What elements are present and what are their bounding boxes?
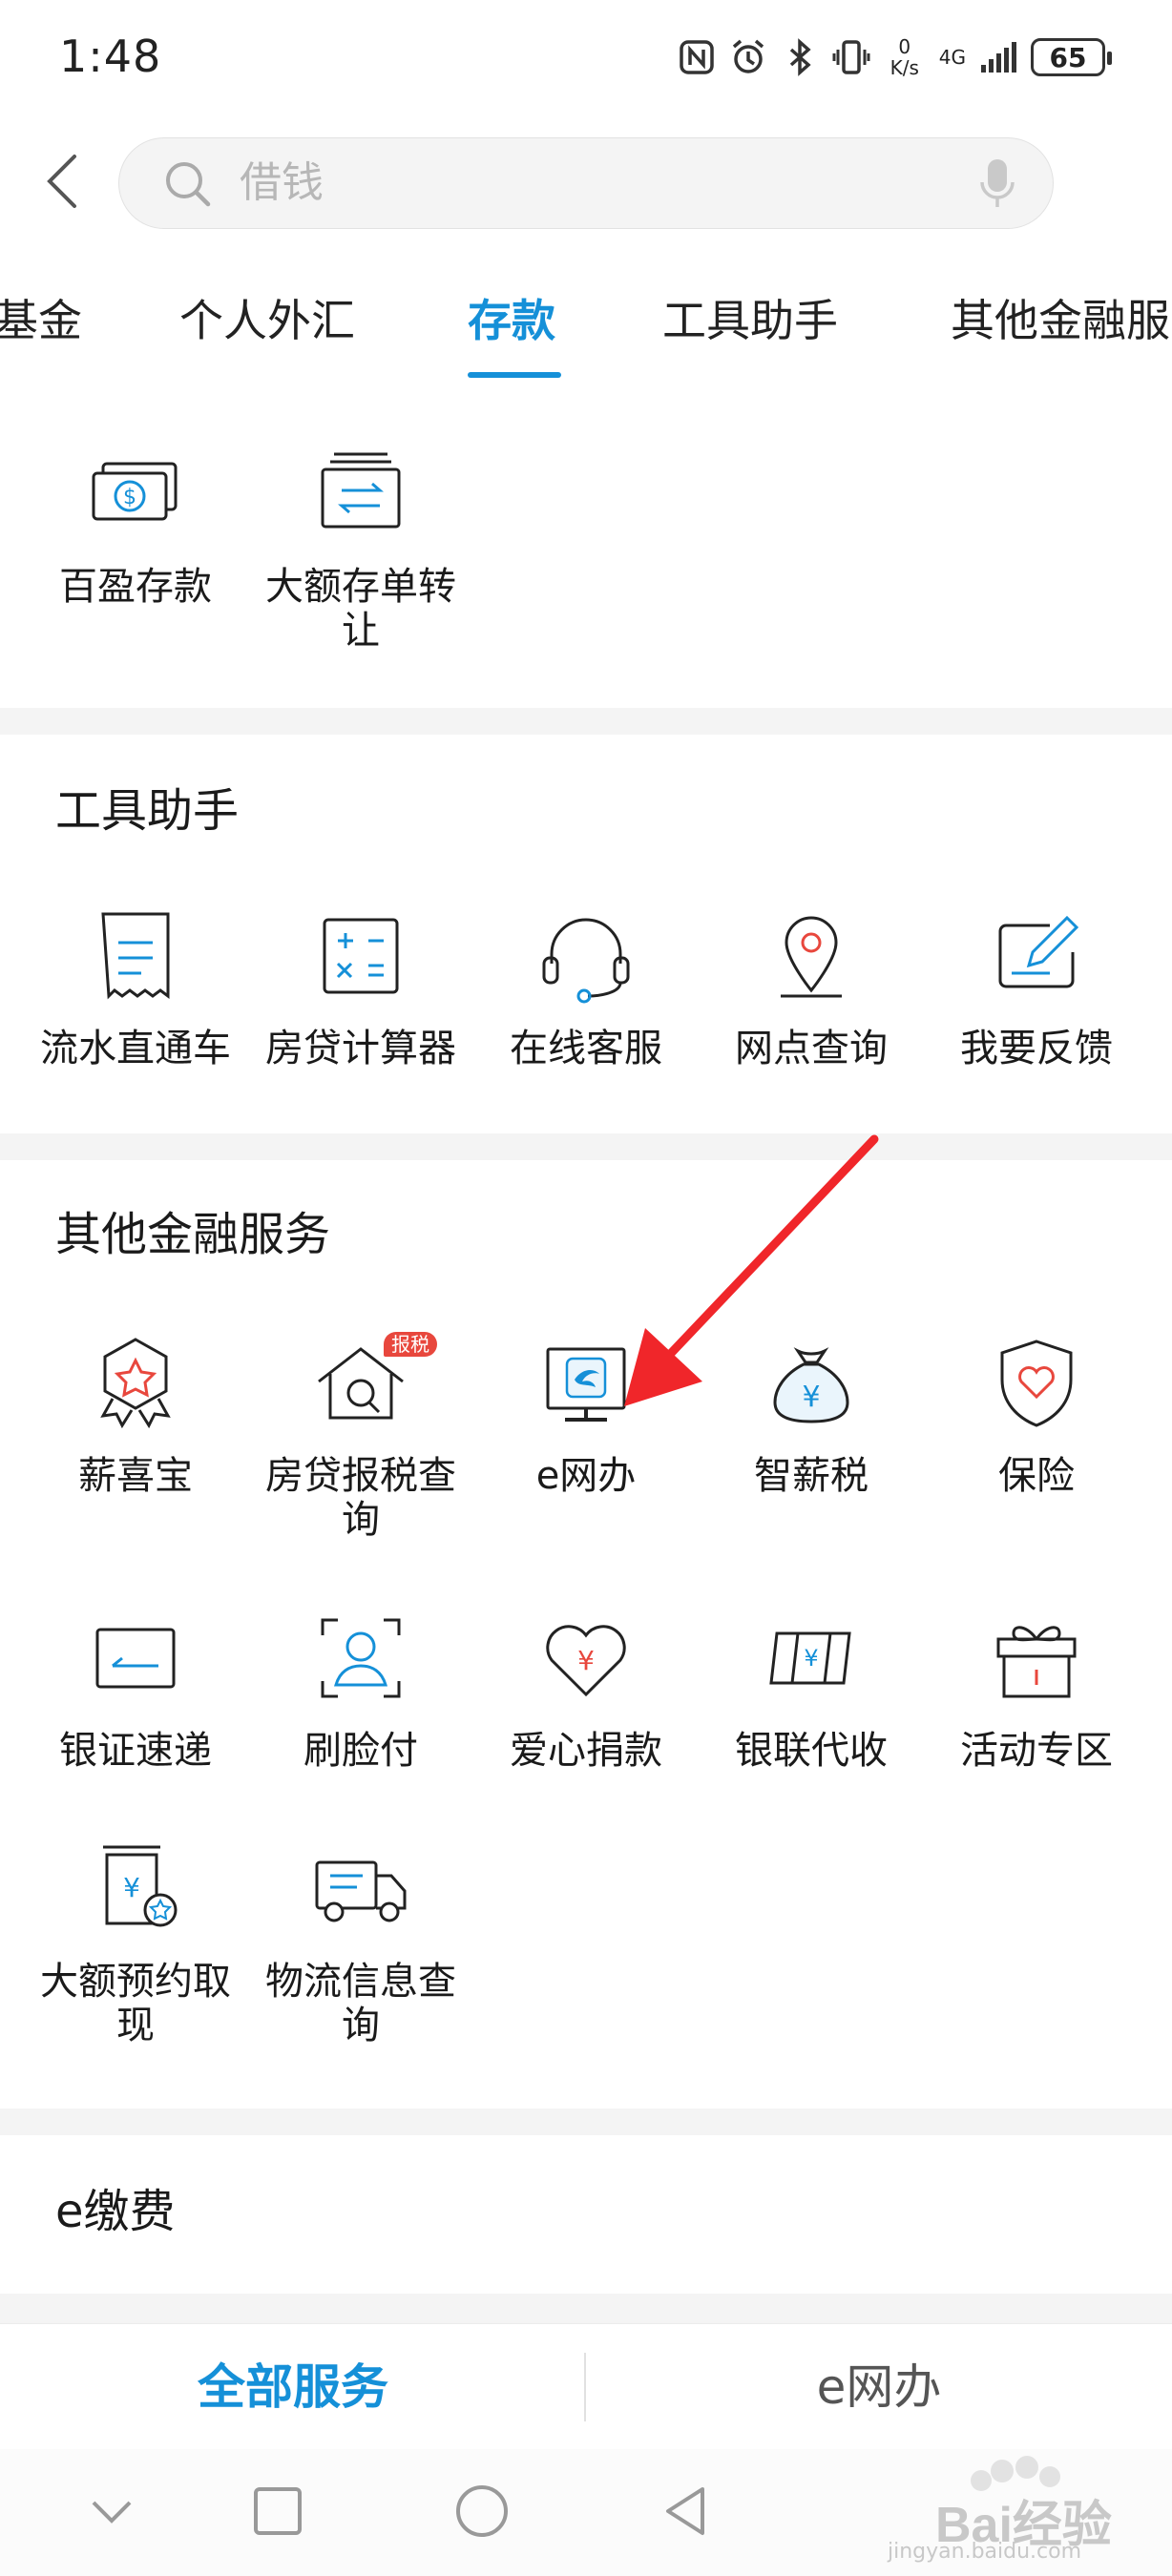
service-item-feedback[interactable]: 我要反馈 <box>924 904 1149 1070</box>
service-item-cash-reservation[interactable]: ¥ 大额预约取现 <box>23 1838 248 2047</box>
service-item-xinxibao[interactable]: 薪喜宝 <box>23 1332 248 1498</box>
shield-heart-icon <box>1000 1340 1073 1427</box>
headset-icon <box>542 918 630 1004</box>
back-nav-button[interactable] <box>653 2478 720 2545</box>
tab-fund[interactable]: 基金 <box>0 286 82 349</box>
service-label: 刷脸付 <box>303 1729 418 1773</box>
tab-active-indicator <box>468 372 561 378</box>
service-label: 房贷计算器 <box>265 1027 456 1070</box>
search-input[interactable]: 借钱 <box>240 138 324 228</box>
service-label: 大额存单转让 <box>265 565 456 653</box>
bottom-nav: 全部服务 e网办 <box>0 2323 1172 2450</box>
unionpay-card-icon: ¥ <box>769 1631 851 1685</box>
svg-text:$: $ <box>123 486 136 509</box>
search-box[interactable]: 借钱 <box>118 137 1054 229</box>
service-label: 在线客服 <box>510 1027 662 1070</box>
back-button[interactable] <box>29 143 95 219</box>
location-pin-icon <box>781 916 842 998</box>
service-item-mortgage-tax[interactable]: 报税 房贷报税查询 <box>248 1332 473 1542</box>
net-speed-unit: K/s <box>889 56 919 79</box>
service-item-online-support[interactable]: 在线客服 <box>473 904 699 1070</box>
card-icon <box>95 1628 176 1689</box>
transfer-document-icon <box>321 452 401 529</box>
cash-withdraw-icon: ¥ <box>103 1845 178 1927</box>
red-annotation-arrow <box>624 1134 879 1406</box>
calculator-icon <box>323 918 399 994</box>
service-label: 爱心捐款 <box>510 1729 662 1773</box>
tab-deposit[interactable]: 存款 <box>468 286 555 349</box>
svg-text:¥: ¥ <box>577 1645 595 1676</box>
receipt-icon <box>101 912 170 1000</box>
tab-forex[interactable]: 个人外汇 <box>179 286 355 349</box>
recent-apps-button[interactable] <box>244 2478 311 2545</box>
service-item-mortgage-calculator[interactable]: 房贷计算器 <box>248 904 473 1070</box>
watermark-url: jingyan.baidu.com <box>888 2540 1082 2564</box>
section-title-e-pay: e缴费 <box>55 2185 176 2238</box>
service-label: 流水直通车 <box>40 1027 231 1070</box>
battery-icon: 65 <box>1031 38 1112 76</box>
money-icon: $ <box>92 462 178 521</box>
service-label: 我要反馈 <box>960 1027 1113 1070</box>
tab-other-finance[interactable]: 其他金融服 <box>951 286 1170 349</box>
service-item-cd-transfer[interactable]: 大额存单转让 <box>248 443 473 653</box>
service-item-statement[interactable]: 流水直通车 <box>23 904 248 1070</box>
section-title-tools: 工具助手 <box>55 784 240 838</box>
service-label: 房贷报税查询 <box>265 1454 456 1542</box>
svg-text:¥: ¥ <box>804 1645 818 1672</box>
bluetooth-icon <box>789 38 811 76</box>
service-label: 智薪税 <box>754 1454 869 1498</box>
network-type: 4G <box>938 46 966 69</box>
service-label: 活动专区 <box>960 1729 1113 1773</box>
feedback-edit-icon <box>998 915 1079 988</box>
service-item-face-pay[interactable]: 刷脸付 <box>248 1607 473 1773</box>
service-label: e网办 <box>535 1454 637 1498</box>
alarm-icon <box>732 39 764 73</box>
section-divider <box>0 1133 1172 1160</box>
service-item-activities[interactable]: 活动专区 <box>924 1607 1149 1773</box>
section-divider <box>0 2109 1172 2135</box>
microphone-icon[interactable] <box>976 156 1018 213</box>
status-time: 1:48 <box>59 31 162 82</box>
service-item-donation[interactable]: ¥ 爱心捐款 <box>473 1607 699 1773</box>
service-item-logistics[interactable]: 物流信息查询 <box>248 1838 473 2047</box>
section-divider <box>0 2294 1172 2323</box>
service-item-insurance[interactable]: 保险 <box>924 1332 1149 1498</box>
service-label: 物流信息查询 <box>265 1960 456 2047</box>
svg-text:¥: ¥ <box>123 1872 140 1903</box>
service-item-baiying-deposit[interactable]: $ 百盈存款 <box>23 443 248 609</box>
vibrate-icon <box>832 40 870 74</box>
tab-tools[interactable]: 工具助手 <box>662 286 838 349</box>
bottom-nav-all-services[interactable]: 全部服务 <box>0 2324 586 2450</box>
tab-bar: 基金 个人外汇 存款 工具助手 其他金融服 <box>0 244 1172 385</box>
service-label: 保险 <box>998 1454 1075 1498</box>
service-label: 百盈存款 <box>59 565 212 609</box>
bottom-nav-e-net[interactable]: e网办 <box>586 2324 1172 2450</box>
service-label: 银证速递 <box>59 1729 212 1773</box>
status-icons: 0 K/s 4G 65 <box>678 29 1112 86</box>
home-button[interactable] <box>449 2478 515 2545</box>
status-bar: 1:48 0 K/s 4G 65 <box>0 0 1172 114</box>
chevron-down-icon[interactable] <box>78 2478 145 2545</box>
service-label: 网点查询 <box>735 1027 888 1070</box>
badge-star-icon <box>100 1338 171 1429</box>
service-item-branch-search[interactable]: 网点查询 <box>699 904 924 1070</box>
service-item-securities-express[interactable]: 银证速递 <box>23 1607 248 1773</box>
service-label: 薪喜宝 <box>78 1454 193 1498</box>
service-label: 大额预约取现 <box>40 1960 231 2047</box>
service-item-unionpay-collect[interactable]: ¥ 银联代收 <box>699 1607 924 1773</box>
tax-badge: 报税 <box>384 1332 437 1357</box>
nfc-icon <box>680 40 714 74</box>
section-divider <box>0 708 1172 735</box>
net-speed-value: 0 <box>898 35 911 58</box>
face-scan-icon <box>321 1618 401 1698</box>
search-icon <box>166 162 211 207</box>
truck-icon <box>315 1860 407 1922</box>
section-title-other-finance: 其他金融服务 <box>55 1208 331 1261</box>
net-speed: 0 K/s <box>884 36 926 78</box>
gift-icon <box>996 1626 1077 1698</box>
heart-yen-icon: ¥ <box>546 1625 626 1697</box>
service-label: 银联代收 <box>735 1729 888 1773</box>
signal-icon <box>981 42 1016 73</box>
